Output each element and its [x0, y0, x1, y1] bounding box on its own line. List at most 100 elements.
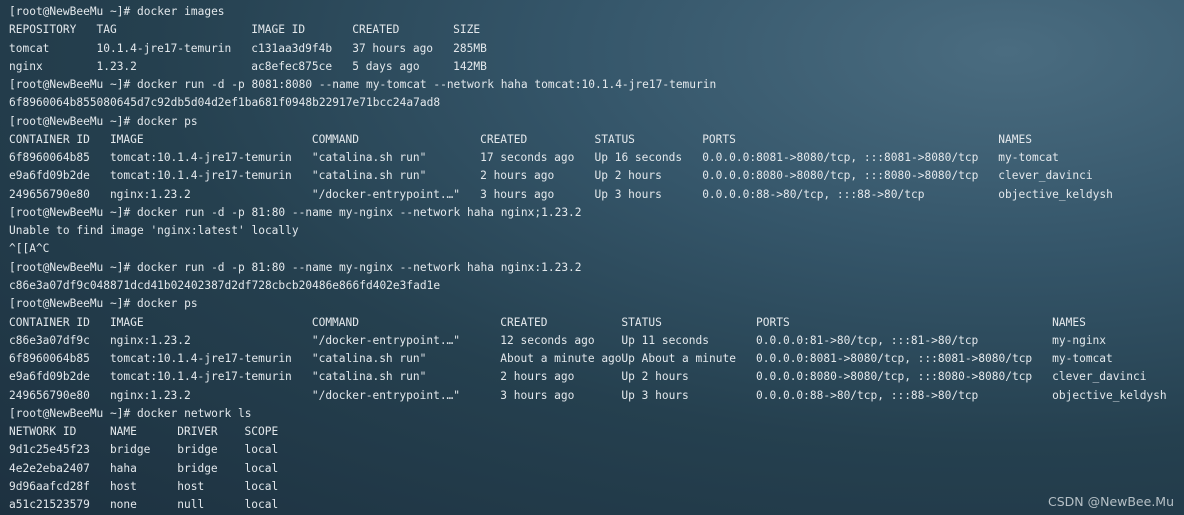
table-cell: my-nginx [1052, 333, 1107, 347]
table-cell: 0.0.0.0:8080->8080/tcp, :::8080->8080/tc… [702, 169, 979, 183]
column-header: TAG [96, 23, 117, 37]
table-cell: ac8efec875ce [251, 59, 333, 73]
table-cell: tomcat:10.1.4-jre17-temurin [109, 352, 292, 366]
table-cell: "/docker-entrypoint.…" [311, 187, 461, 201]
command-line: [root@NewBeeMu ~]# docker ps [9, 295, 1184, 313]
table-cell: objective_keldysh [998, 187, 1113, 201]
command-text: docker network ls [136, 406, 252, 420]
table-row: e9a6fd09b2de tomcat:10.1.4-jre17-temurin "… [9, 368, 1184, 386]
table-cell: 9d1c25e45f23 [9, 443, 90, 457]
table-cell: host [109, 479, 137, 493]
table-cell: 142MB [453, 59, 487, 73]
table-cell: 0.0.0.0:88->80/tcp, :::88->80/tcp [756, 388, 979, 402]
column-header: REPOSITORY [9, 23, 77, 37]
command-line: [root@NewBeeMu ~]# docker network ls [9, 405, 1184, 423]
table-row: c86e3a07df9c nginx:1.23.2 "/docker-entrypo… [9, 332, 1184, 350]
table-cell: 5 days ago [352, 59, 420, 73]
table-cell: none [109, 498, 137, 512]
column-header: DRIVER [177, 425, 218, 439]
table-cell: local [244, 479, 279, 493]
shell-prompt: [root@NewBeeMu ~]# [9, 205, 137, 219]
table-header: NETWORK ID NAME DRIVER SCOPE [9, 423, 1184, 441]
column-header: IMAGE ID [251, 23, 306, 37]
table-cell: 2 hours ago [500, 370, 575, 384]
table-cell: 0.0.0.0:88->80/tcp, :::88->80/tcp [702, 187, 925, 201]
shell-prompt: [root@NewBeeMu ~]# [9, 78, 137, 92]
table-cell: 12 seconds ago [500, 333, 595, 347]
command-line: [root@NewBeeMu ~]# docker images [9, 3, 1184, 21]
output-line: Unable to find image 'nginx:latest' loca… [9, 224, 299, 238]
table-cell: clever_davinci [998, 169, 1093, 183]
table-cell: e9a6fd09b2de [9, 370, 90, 384]
command-line: [root@NewBeeMu ~]# docker run -d -p 81:8… [9, 259, 1184, 277]
table-cell: tomcat:10.1.4-jre17-temurin [109, 370, 292, 384]
table-cell: 9d96aafcd28f [9, 479, 90, 493]
column-header: SCOPE [244, 425, 279, 439]
table-cell: objective_keldysh [1052, 388, 1167, 402]
table-cell: "catalina.sh run" [311, 169, 427, 183]
table-row: 6f8960064b85 tomcat:10.1.4-jre17-temurin "… [9, 149, 1184, 167]
table-cell: Up 3 hours [594, 187, 662, 201]
command-text: docker run -d -p 8081:8080 --name my-tom… [136, 78, 717, 92]
column-header: PORTS [756, 315, 790, 329]
table-row: 9d96aafcd28f host host local [9, 478, 1184, 496]
table-cell: host [177, 479, 205, 493]
table-cell: bridge [177, 461, 218, 475]
column-header: CREATED [352, 23, 400, 37]
table-cell: 0.0.0.0:8080->8080/tcp, :::8080->8080/tc… [756, 370, 1033, 384]
table-cell: nginx:1.23.2 [109, 388, 191, 402]
table-cell: 17 seconds ago [480, 151, 575, 165]
table-row: a51c21523579 none null local [9, 496, 1184, 514]
column-header: SIZE [453, 23, 481, 37]
table-cell: Up 16 seconds [594, 151, 683, 165]
table-cell: local [244, 461, 279, 475]
table-row: 6f8960064b85 tomcat:10.1.4-jre17-temurin "… [9, 350, 1184, 368]
table-cell: "catalina.sh run" [311, 370, 427, 384]
table-row: 9d1c25e45f23 bridge bridge local [9, 441, 1184, 459]
column-header: IMAGE [109, 132, 144, 146]
shell-prompt: [root@NewBeeMu ~]# [9, 5, 137, 18]
table-cell: nginx [9, 59, 43, 73]
command-line: [root@NewBeeMu ~]# docker ps [9, 113, 1184, 131]
table-cell: 249656790e80 [9, 187, 90, 201]
output-line: ^[[A^C [9, 242, 50, 256]
table-cell: Up About a minute [621, 352, 736, 366]
table-row: 249656790e80 nginx:1.23.2 "/docker-entrypo… [9, 186, 1184, 204]
column-header: NAMES [1052, 315, 1086, 329]
table-cell: 3 hours ago [480, 187, 555, 201]
table-cell: my-tomcat [998, 151, 1059, 165]
shell-prompt: [root@NewBeeMu ~]# [9, 406, 137, 420]
table-cell: 37 hours ago [352, 41, 434, 55]
table-cell: Up 11 seconds [621, 333, 709, 347]
table-row: nginx 1.23.2 ac8efec875ce 5 days ago 142MB [9, 58, 1184, 76]
command-text: docker ps [136, 297, 198, 311]
table-cell: e9a6fd09b2de [9, 169, 90, 183]
table-cell: bridge [177, 443, 218, 457]
column-header: CREATED [480, 132, 528, 146]
column-header: NAMES [998, 132, 1032, 146]
table-cell: 6f8960064b85 [9, 151, 90, 165]
table-row: e9a6fd09b2de tomcat:10.1.4-jre17-temurin "… [9, 167, 1184, 185]
output-line: c86e3a07df9c048871dcd41b02402387d2df728c… [9, 278, 441, 292]
table-cell: tomcat [9, 41, 50, 55]
column-header: PORTS [702, 132, 736, 146]
command-line: [root@NewBeeMu ~]# docker run -d -p 8081… [9, 76, 1184, 94]
table-cell: 2 hours ago [480, 169, 555, 183]
table-cell: Up 2 hours [594, 169, 662, 183]
table-cell: null [177, 498, 205, 512]
table-cell: tomcat:10.1.4-jre17-temurin [109, 151, 292, 165]
table-row: 249656790e80 nginx:1.23.2 "/docker-entrypo… [9, 387, 1184, 405]
table-cell: haha [109, 461, 137, 475]
table-cell: "catalina.sh run" [311, 151, 427, 165]
table-cell: "/docker-entrypoint.…" [311, 388, 461, 402]
table-cell: "catalina.sh run" [311, 352, 427, 366]
table-cell: Up 2 hours [621, 370, 689, 384]
terminal-output[interactable]: [root@NewBeeMu ~]# docker images REPOSITO… [9, 3, 1184, 514]
table-header: CONTAINER ID IMAGE COMMAND CREATED STATUS POR… [9, 314, 1184, 332]
column-header: NETWORK ID [9, 425, 77, 439]
column-header: CONTAINER ID [9, 315, 90, 329]
command-text: docker images [136, 5, 225, 18]
table-cell: 249656790e80 [9, 388, 90, 402]
table-row: tomcat 10.1.4-jre17-temurin c131aa3d9f4b 37… [9, 40, 1184, 58]
watermark: CSDN @NewBee.Mu [1047, 494, 1174, 509]
